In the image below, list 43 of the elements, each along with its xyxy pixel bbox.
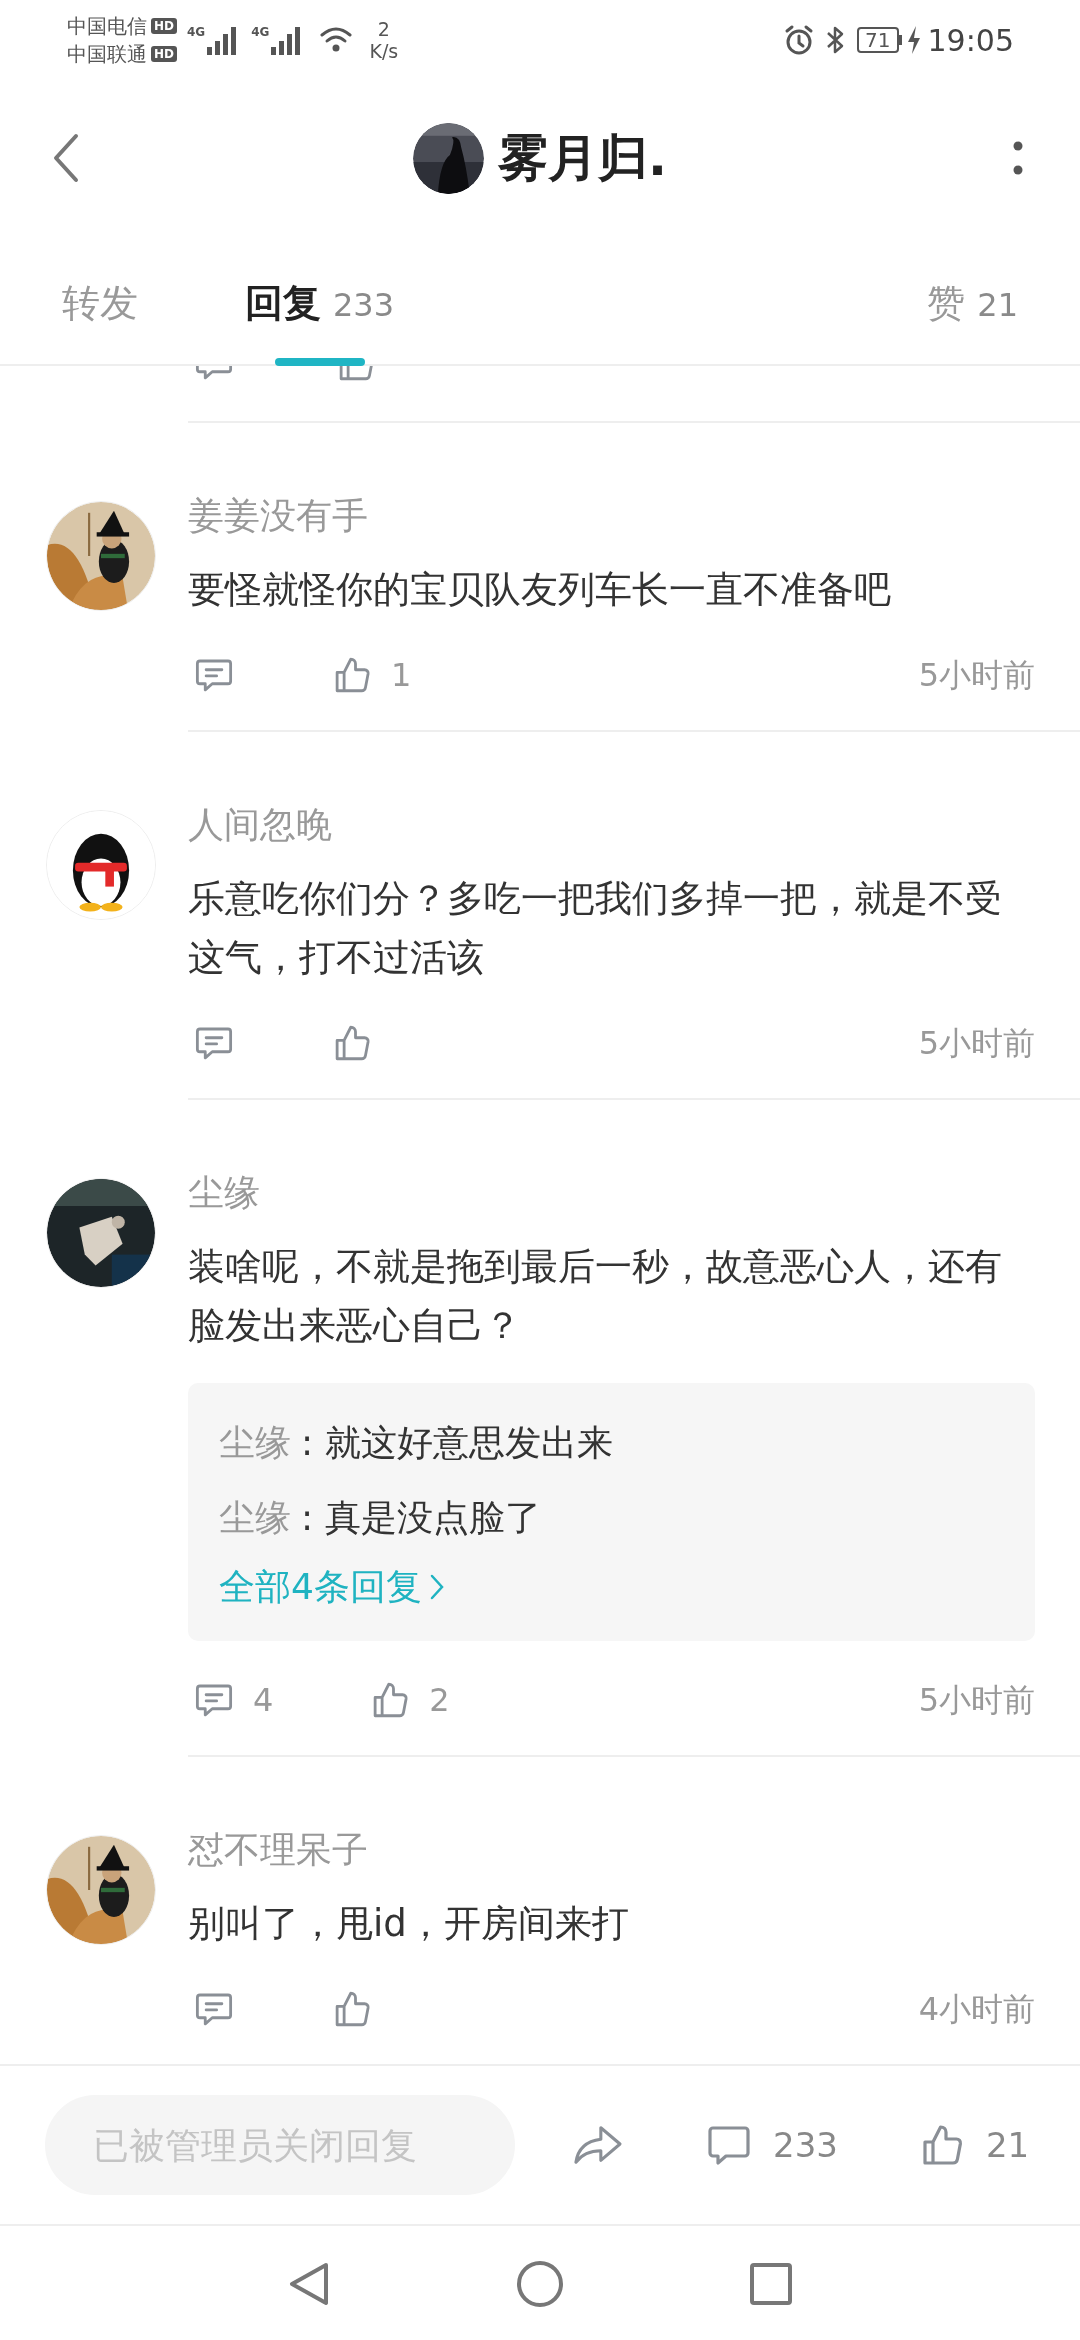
reply-text: 尘缘 : 就这好意思发出来	[219, 1421, 613, 1465]
carrier-name: 中国联通	[67, 42, 147, 66]
chevron-right-icon	[429, 1574, 444, 1600]
page-title: 雾月归.	[498, 127, 667, 189]
more-icon	[1013, 141, 1023, 175]
comment-text: 装啥呢，不就是拖到最后一秒，故意恶心人，还有脸发出来恶心自己？	[188, 1244, 1003, 1349]
network-type: 4G	[251, 25, 270, 39]
tab[interactable]: 转发	[62, 280, 138, 366]
charging-icon	[905, 26, 922, 54]
speed-unit: K/s	[369, 40, 399, 62]
network-type: 4G	[187, 25, 206, 39]
user-name[interactable]: 人间忽晚	[188, 802, 332, 848]
like-count: 21	[985, 2123, 1030, 2167]
reply-count: 4	[253, 1680, 274, 1721]
like-count: 2	[429, 1680, 450, 1721]
clock-time: 19:05	[927, 21, 1014, 60]
tab[interactable]: 赞 21	[927, 280, 1018, 366]
bluetooth-icon	[825, 24, 846, 56]
user-name[interactable]: 怼不理呆子	[188, 1827, 368, 1873]
tab[interactable]: 回复 233	[245, 280, 395, 366]
comment-text: 乐意吃你们分？多吃一把我们多掉一把，就是不受这气，打不过活该	[188, 876, 1003, 981]
user-name[interactable]: 尘缘	[188, 1170, 260, 1216]
comment-count: 233	[773, 2123, 838, 2167]
back-icon[interactable]	[288, 2260, 330, 2307]
wifi-icon	[319, 26, 354, 54]
hd-badge: HD	[151, 46, 177, 62]
hd-badge: HD	[151, 18, 177, 34]
network-speed: 2	[377, 18, 390, 40]
back-icon	[52, 133, 80, 183]
recents-icon[interactable]	[750, 2262, 792, 2305]
comment-text: 要怪就怪你的宝贝队友列车长一直不准备吧	[188, 567, 892, 613]
timestamp: 5小时前	[918, 1023, 1035, 1064]
timestamp: 5小时前	[918, 655, 1035, 696]
like-count: 1	[391, 655, 412, 696]
carrier-name: 中国电信	[67, 14, 147, 38]
user-name[interactable]: 姜姜没有手	[188, 493, 368, 539]
reply-text: 尘缘 : 真是没点脸了	[219, 1496, 541, 1540]
timestamp: 4小时前	[918, 1989, 1035, 2030]
battery-level: 71	[857, 27, 899, 53]
comment-text: 别叫了，甩id，开房间来打	[188, 1901, 630, 1947]
home-icon[interactable]	[516, 2259, 564, 2308]
more-replies-link[interactable]: 全部4条回复	[219, 1565, 444, 1609]
timestamp: 5小时前	[918, 1680, 1035, 1721]
